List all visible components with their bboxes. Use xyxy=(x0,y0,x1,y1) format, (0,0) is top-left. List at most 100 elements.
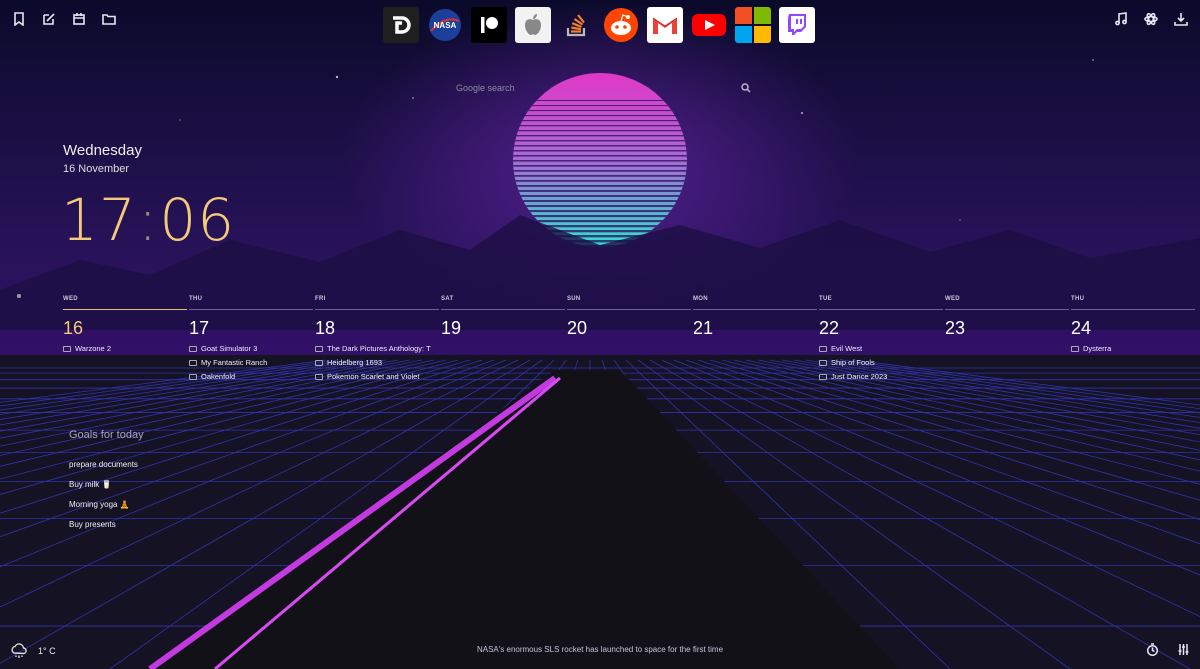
date-label: 16 November xyxy=(63,163,130,175)
atom-icon[interactable] xyxy=(1142,10,1160,28)
goal-item[interactable]: Morning yoga 🧘 xyxy=(69,498,138,518)
calendar-event-title: Warzone 2 xyxy=(75,344,111,353)
calendar-event[interactable]: Heidelberg 1693 xyxy=(315,358,439,367)
calendar-divider xyxy=(63,309,187,310)
game-icon xyxy=(189,373,197,380)
side-dot xyxy=(17,294,21,298)
apple-app-icon[interactable] xyxy=(515,7,551,43)
calendar-day[interactable]: WED 23 xyxy=(945,296,1069,381)
calendar-day[interactable]: FRI 18 The Dark Pictures Anthology: T Heide… xyxy=(315,296,439,381)
gmail-app-icon[interactable] xyxy=(647,7,683,43)
download-icon[interactable] xyxy=(1172,10,1190,28)
nasa-logo-text: NASA xyxy=(434,21,457,30)
game-icon xyxy=(819,373,827,380)
game-icon xyxy=(1071,345,1079,352)
calendar-event[interactable]: Goat Simulator 3 xyxy=(189,344,313,353)
patreon-app-icon[interactable] xyxy=(471,7,507,43)
news-headline[interactable]: NASA's enormous SLS rocket has launched … xyxy=(477,645,723,654)
calendar-day[interactable]: TUE 22 Evil West Ship of Fools Just Dance 20… xyxy=(819,296,943,381)
calendar-event-title: Pokemon Scarlet and Violet xyxy=(327,372,420,381)
nasa-app-icon[interactable]: NASA xyxy=(427,7,463,43)
calendar-event[interactable]: Pokemon Scarlet and Violet xyxy=(315,372,439,381)
calendar-event[interactable]: Just Dance 2023 xyxy=(819,372,943,381)
stackoverflow-app-icon[interactable] xyxy=(559,7,595,43)
search-icon[interactable] xyxy=(741,83,751,93)
clock-separator: : xyxy=(137,186,159,254)
game-icon xyxy=(315,345,323,352)
calendar-event[interactable]: Oakenfold xyxy=(189,372,313,381)
calendar-weekday: MON xyxy=(693,296,708,302)
twitch-app-icon[interactable] xyxy=(779,7,815,43)
timer-icon[interactable] xyxy=(1146,643,1159,656)
calendar-divider xyxy=(819,309,943,310)
game-icon xyxy=(189,359,197,366)
folder-icon[interactable] xyxy=(100,10,118,28)
game-icon xyxy=(315,359,323,366)
calendar-day[interactable]: MON 21 xyxy=(693,296,817,381)
reddit-app-icon[interactable] xyxy=(603,7,639,43)
calendar-weekday: FRI xyxy=(315,296,326,302)
calendar-event-title: The Dark Pictures Anthology: T xyxy=(327,344,431,353)
calendar-divider xyxy=(693,309,817,310)
top-left-toolbar xyxy=(10,10,118,28)
calendar-day[interactable]: SAT 19 xyxy=(441,296,565,381)
calendar-date-number: 20 xyxy=(567,318,588,338)
microsoft-app-icon[interactable] xyxy=(735,7,771,43)
calendar-date-number: 24 xyxy=(1071,318,1092,338)
youtube-app-icon[interactable] xyxy=(691,7,727,43)
calendar-event[interactable]: Evil West xyxy=(819,344,943,353)
calendar-weekday: THU xyxy=(189,296,203,302)
goal-item[interactable]: Buy milk 🥛 xyxy=(69,478,138,498)
dlsite-app-icon[interactable] xyxy=(383,7,419,43)
calendar-weekday: WED xyxy=(945,296,960,302)
calendar-event[interactable]: Warzone 2 xyxy=(63,344,187,353)
calendar-event[interactable]: Dysterra xyxy=(1071,344,1195,353)
bottom-right-toolbar xyxy=(1146,643,1190,656)
calendar-divider xyxy=(567,309,691,310)
app-shortcuts: NASA xyxy=(383,7,815,43)
game-icon xyxy=(819,359,827,366)
calendar-weekday: SUN xyxy=(567,296,581,302)
calendar-day[interactable]: WED 16 Warzone 2 xyxy=(63,296,187,381)
calendar-divider xyxy=(945,309,1069,310)
search-input[interactable] xyxy=(450,82,718,94)
calendar-day[interactable]: THU 17 Goat Simulator 3 My Fantastic Ranch O… xyxy=(189,296,313,381)
calendar-icon[interactable] xyxy=(70,10,88,28)
calendar-day[interactable]: THU 24 Dysterra xyxy=(1071,296,1195,381)
calendar-weekday: SAT xyxy=(441,296,454,302)
goal-item[interactable]: prepare documents xyxy=(69,458,138,478)
goals-list: prepare documents Buy milk 🥛 Morning yoga … xyxy=(69,458,138,538)
calendar-strip: WED 16 Warzone 2 THU 17 Goat Simulator 3 My Fa… xyxy=(63,296,1200,381)
calendar-event-title: Evil West xyxy=(831,344,863,353)
clock-minutes: 06 xyxy=(159,186,236,254)
calendar-event-title: Ship of Fools xyxy=(831,358,875,367)
goal-item[interactable]: Buy presents xyxy=(69,518,138,538)
calendar-event-title: Goat Simulator 3 xyxy=(201,344,258,353)
music-icon[interactable] xyxy=(1112,10,1130,28)
clock: 17:06 xyxy=(61,186,235,254)
calendar-divider xyxy=(441,309,565,310)
calendar-day[interactable]: SUN 20 xyxy=(567,296,691,381)
goals-title: Goals for today xyxy=(69,429,144,441)
search-bar xyxy=(450,78,755,98)
calendar-date-number: 17 xyxy=(189,318,210,338)
calendar-weekday: WED xyxy=(63,296,78,302)
calendar-divider xyxy=(189,309,313,310)
calendar-divider xyxy=(315,309,439,310)
calendar-event-title: Oakenfold xyxy=(201,372,236,381)
calendar-date-number: 19 xyxy=(441,318,462,338)
calendar-date-number: 21 xyxy=(693,318,714,338)
calendar-divider xyxy=(1071,309,1195,310)
game-icon xyxy=(315,373,323,380)
calendar-event[interactable]: Ship of Fools xyxy=(819,358,943,367)
top-right-toolbar xyxy=(1112,10,1190,28)
calendar-event-title: Just Dance 2023 xyxy=(831,372,888,381)
clock-hours: 17 xyxy=(61,186,137,254)
calendar-event[interactable]: The Dark Pictures Anthology: T xyxy=(315,344,439,353)
settings-sliders-icon[interactable] xyxy=(1177,643,1190,656)
news-ticker: NASA's enormous SLS rocket has launched … xyxy=(0,645,1200,654)
bookmark-icon[interactable] xyxy=(10,10,28,28)
edit-icon[interactable] xyxy=(40,10,58,28)
calendar-event[interactable]: My Fantastic Ranch xyxy=(189,358,313,367)
calendar-weekday: THU xyxy=(1071,296,1085,302)
